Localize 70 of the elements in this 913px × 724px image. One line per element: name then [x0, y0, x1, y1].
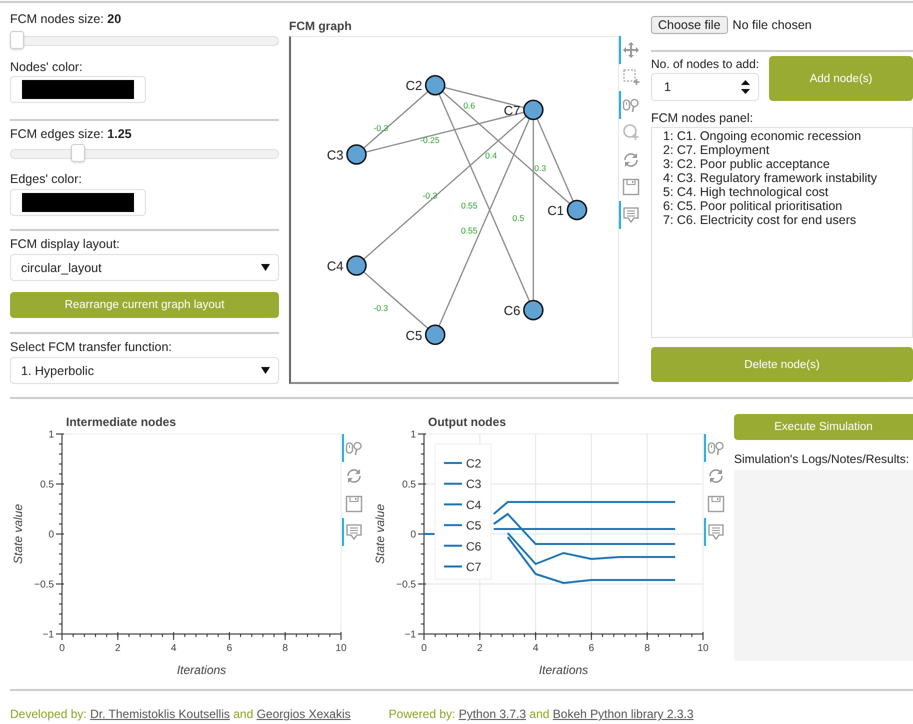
legend-item: C2	[444, 456, 482, 470]
legend-item: C3	[444, 477, 482, 492]
field-label: FCM nodes size: 20	[10, 11, 122, 27]
tick-label: 0.5	[40, 480, 54, 490]
tick-label: 4	[532, 643, 538, 654]
tick-label: 0	[59, 643, 65, 654]
node-label: C5	[406, 328, 422, 343]
y-axis-label: State value	[373, 504, 387, 564]
edge-weight: -0.3	[374, 122, 388, 133]
node-label: C2	[406, 78, 422, 94]
tick-label: 6	[226, 643, 232, 654]
edge-weight: -0.25	[420, 135, 440, 146]
y-axis-label: State value	[11, 504, 25, 564]
tick-label: −0.5	[396, 580, 416, 590]
tick-label: 2	[115, 643, 121, 654]
x-axis-label: Iterations	[538, 663, 588, 677]
node-label: C7	[504, 102, 520, 118]
field-label: FCM display layout:	[10, 236, 121, 252]
tick-label: 10	[697, 643, 709, 654]
node-label: C4	[326, 258, 344, 274]
legend-label: C5	[466, 518, 482, 533]
edge-weight: -0.3	[422, 190, 438, 201]
tick-label: 1	[410, 430, 416, 440]
field-label: Select FCM transfer function:	[10, 339, 173, 355]
tick-label: 8	[282, 643, 288, 654]
credits-text: Powered by: Python 3.7.3 and Bokeh Python library 2.3.3	[388, 707, 694, 721]
tick-label: 2	[477, 643, 483, 654]
legend-label: C7	[466, 560, 482, 574]
edge-weight: 0.6	[463, 100, 476, 111]
field-label: Nodes' color:	[10, 59, 84, 75]
field-label: FCM edges size: 1.25	[10, 126, 133, 142]
tick-label: 1	[48, 430, 54, 440]
edge-weight: 0.3	[534, 162, 546, 173]
field-label: No. of nodes to add:	[651, 56, 760, 72]
tick-label: 6	[588, 643, 594, 654]
tick-label: 8	[644, 643, 650, 654]
field-label: FCM nodes panel:	[651, 110, 754, 126]
tick-label: 0.5	[402, 480, 416, 490]
chart-title: Output nodes	[428, 415, 506, 429]
field-label: Edges' color:	[10, 171, 83, 187]
legend-item: C4	[444, 498, 482, 512]
tick-label: 10	[335, 643, 347, 654]
node-label: C3	[326, 147, 344, 162]
tick-label: −1	[42, 630, 54, 640]
node-label: C6	[504, 303, 520, 318]
edge-weight: 0.55	[460, 225, 478, 236]
legend-item: C7	[444, 560, 482, 574]
tick-label: −0.5	[34, 580, 54, 590]
edge-weight: 0.5	[512, 213, 524, 223]
legend-label: C3	[466, 477, 482, 492]
edge-weight: -0.3	[374, 303, 388, 314]
file-status: No file chosen	[732, 18, 812, 32]
tick-label: 0	[410, 530, 416, 540]
legend-item: C6	[444, 539, 482, 554]
x-axis-label: Iterations	[176, 663, 226, 677]
edge-weight: 0.4	[485, 150, 497, 161]
tick-label: 0	[421, 643, 427, 654]
edge-weight: 0.55	[460, 200, 478, 211]
tick-label: 4	[170, 643, 176, 654]
tick-label: −1	[404, 630, 416, 640]
legend-label: C2	[466, 456, 482, 470]
legend-label: C4	[466, 498, 482, 512]
chart-title: Intermediate nodes	[66, 415, 176, 429]
legend-item: C5	[444, 518, 482, 533]
legend-label: C6	[466, 539, 482, 554]
credits-text: Developed by: Dr. Themistoklis Koutsellis and Georgios Xexakis	[10, 707, 351, 721]
tick-label: 0	[48, 530, 54, 540]
field-label: Simulation's Logs/Notes/Results:	[734, 451, 910, 467]
graph-title: FCM graph	[289, 18, 353, 34]
node-label: C1	[547, 203, 564, 218]
